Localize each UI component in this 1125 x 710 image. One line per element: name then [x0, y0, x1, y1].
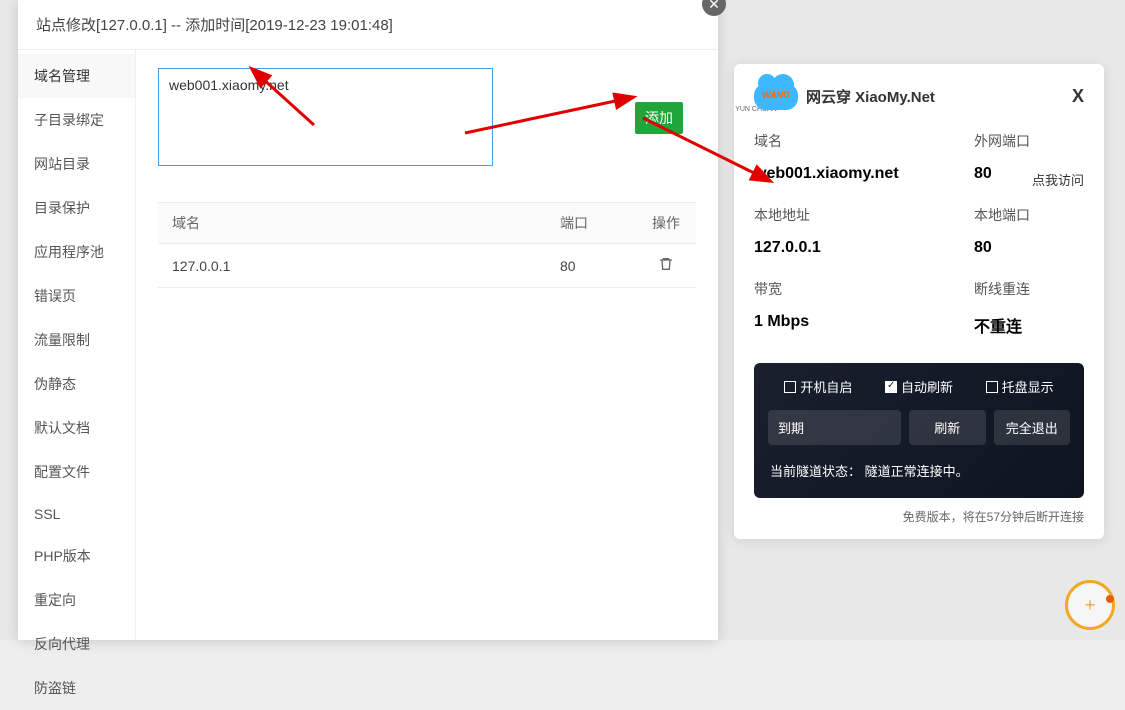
- label-local-port: 本地端口: [974, 205, 1084, 225]
- sidebar-item-traffic-limit[interactable]: 流量限制: [18, 318, 135, 362]
- sidebar-item-php-version[interactable]: PHP版本: [18, 534, 135, 578]
- sidebar-item-hotlink[interactable]: 防盗链: [18, 666, 135, 710]
- value-local-port: 80: [974, 233, 1084, 273]
- sidebar-item-app-pool[interactable]: 应用程序池: [18, 230, 135, 274]
- watermark-badge-icon: +: [1065, 580, 1115, 630]
- sidebar-item-config[interactable]: 配置文件: [18, 450, 135, 494]
- modal-title: 站点修改[127.0.0.1] -- 添加时间[2019-12-23 19:01…: [18, 0, 718, 50]
- label-local-addr: 本地地址: [754, 205, 974, 225]
- sidebar-item-reverse-proxy[interactable]: 反向代理: [18, 622, 135, 666]
- th-action: 操作: [636, 203, 696, 244]
- refresh-button[interactable]: 刷新: [909, 410, 986, 445]
- delete-icon[interactable]: [658, 259, 674, 275]
- th-domain: 域名: [158, 203, 546, 244]
- sidebar-item-redirect[interactable]: 重定向: [18, 578, 135, 622]
- sidebar-item-domain-manage[interactable]: 域名管理: [18, 54, 135, 98]
- label-reconnect: 断线重连: [974, 279, 1084, 299]
- value-local-addr: 127.0.0.1: [754, 233, 974, 273]
- value-domain: web001.xiaomy.net: [754, 159, 974, 199]
- panel-title: 网云穿 XiaoMy.Net: [806, 86, 935, 107]
- sidebar-item-rewrite[interactable]: 伪静态: [18, 362, 135, 406]
- value-bandwidth: 1 Mbps: [754, 307, 974, 353]
- chk-autostart[interactable]: 开机自启: [784, 377, 852, 396]
- domain-table: 域名 端口 操作 127.0.0.1 80: [158, 202, 696, 288]
- tunnel-panel: WANG YUN CHUAN 网云穿 XiaoMy.Net X 域名 外网端口 …: [734, 64, 1104, 539]
- cell-domain: 127.0.0.1: [158, 244, 546, 288]
- site-edit-modal: ✕ 站点修改[127.0.0.1] -- 添加时间[2019-12-23 19:…: [18, 0, 718, 640]
- tunnel-status: 当前隧道状态： 隧道正常连接中。: [768, 457, 1070, 484]
- visit-link[interactable]: 点我访问: [1032, 170, 1084, 189]
- sidebar-item-error-page[interactable]: 错误页: [18, 274, 135, 318]
- panel-close-button[interactable]: X: [1072, 86, 1084, 107]
- cell-port: 80: [546, 244, 636, 288]
- sidebar: 域名管理 子目录绑定 网站目录 目录保护 应用程序池 错误页 流量限制 伪静态 …: [18, 50, 136, 640]
- label-bandwidth: 带宽: [754, 279, 974, 299]
- value-reconnect: 不重连: [974, 307, 1084, 353]
- add-button[interactable]: 添加: [635, 102, 683, 134]
- expire-pill[interactable]: 到期: [768, 410, 901, 445]
- sidebar-item-dir-protect[interactable]: 目录保护: [18, 186, 135, 230]
- chk-autorefresh[interactable]: 自动刷新: [885, 377, 953, 396]
- label-domain: 域名: [754, 131, 974, 151]
- footer-note: 免费版本，将在57分钟后断开连接: [754, 508, 1084, 525]
- chk-tray[interactable]: 托盘显示: [986, 377, 1054, 396]
- th-port: 端口: [546, 203, 636, 244]
- label-ext-port: 外网端口: [974, 131, 1084, 151]
- sidebar-item-default-doc[interactable]: 默认文档: [18, 406, 135, 450]
- sidebar-item-subdir-bind[interactable]: 子目录绑定: [18, 98, 135, 142]
- cloud-logo-icon: WANG: [754, 80, 798, 110]
- exit-button[interactable]: 完全退出: [994, 410, 1071, 445]
- domain-input[interactable]: [158, 68, 493, 166]
- sidebar-item-ssl[interactable]: SSL: [18, 494, 135, 534]
- status-box: 开机自启 自动刷新 托盘显示 到期 刷新 完全退出 当前隧道状态： 隧道正常连接…: [754, 363, 1084, 498]
- table-row: 127.0.0.1 80: [158, 244, 696, 288]
- sidebar-item-site-dir[interactable]: 网站目录: [18, 142, 135, 186]
